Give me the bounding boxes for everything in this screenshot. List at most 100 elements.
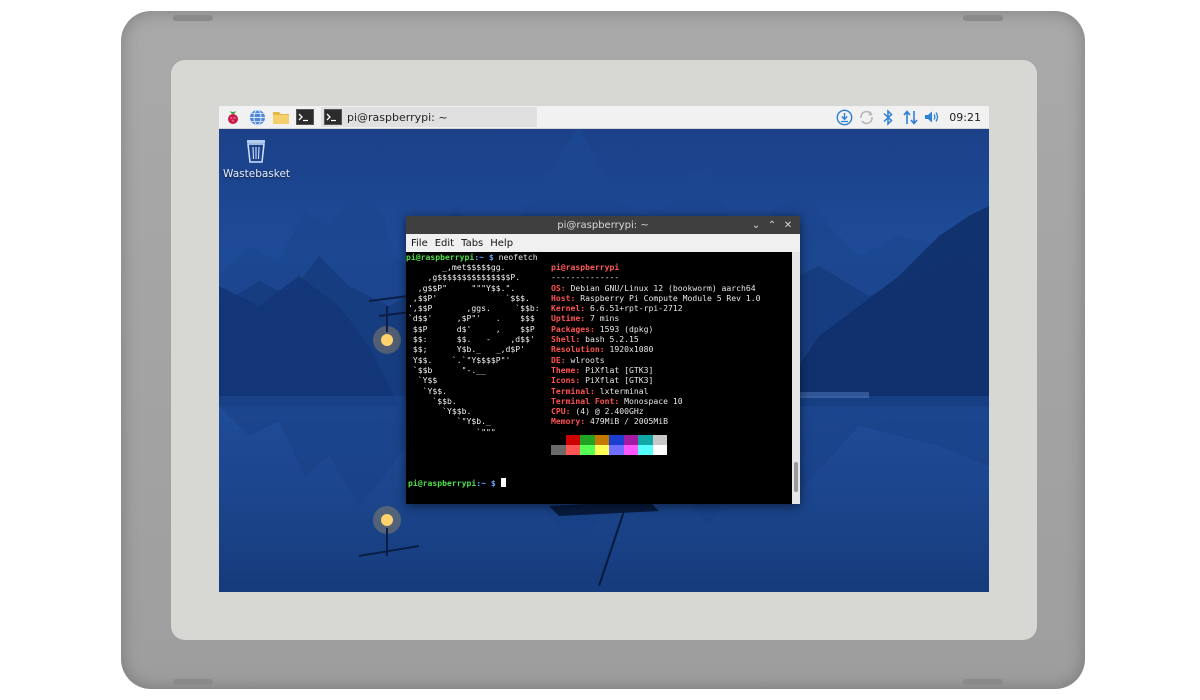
info-key: Terminal: [551, 385, 590, 396]
info-row-terminal-font: Terminal Font: Monospace 10: [551, 395, 683, 406]
palette-row-bright: [551, 445, 667, 455]
palette-swatch: [580, 435, 595, 445]
palette-swatch: [623, 435, 638, 445]
system-tray: 09:21: [833, 106, 989, 128]
terminal-title: pi@raspberrypi: ~: [557, 219, 649, 231]
logo-line: _,met$$$$$gg.: [408, 262, 506, 272]
sync-icon[interactable]: [855, 108, 877, 126]
active-prompt-line[interactable]: pi@raspberrypi:~ $: [408, 478, 506, 488]
palette-swatch: [609, 435, 624, 445]
prompt-user: pi@raspberrypi: [408, 478, 477, 488]
logo-line: ,g$$$$$$$$$$$$$$$P.: [408, 272, 521, 283]
prompt-user: pi@raspberrypi: [406, 252, 475, 262]
minimize-button[interactable]: ⌄: [748, 220, 764, 231]
palette-row-normal: [551, 435, 667, 445]
volume-icon[interactable]: [921, 108, 943, 126]
bezel-clip: [173, 15, 213, 21]
logo-line: ,g$$P" """Y$$.".: [408, 282, 516, 293]
menu-edit[interactable]: Edit: [435, 238, 454, 249]
info-row-cpu: CPU: (4) @ 2.400GHz: [551, 406, 644, 417]
logo-line: `"Y$b._: [408, 416, 491, 427]
taskbar-window-button[interactable]: pi@raspberrypi: ~: [321, 107, 537, 127]
prompt-path: :~ $: [474, 252, 494, 262]
terminal-titlebar[interactable]: pi@raspberrypi: ~ ⌄ ⌃ ✕: [406, 216, 800, 234]
info-row-theme: Theme: PiXflat [GTK3]: [551, 364, 654, 375]
trash-icon: [247, 140, 265, 163]
browser-globe-icon[interactable]: [247, 108, 267, 126]
info-row-icons: Icons: PiXflat [GTK3]: [551, 375, 654, 386]
info-key: Memory: [551, 416, 581, 427]
palette-swatch: [623, 445, 638, 455]
file-manager-icon[interactable]: [271, 108, 291, 126]
info-row-shell: Shell: bash 5.2.15: [551, 334, 639, 345]
bluetooth-icon[interactable]: [877, 108, 899, 126]
logo-line: `$$b.: [408, 395, 457, 406]
info-key: DE: [551, 354, 561, 365]
color-palette: [551, 435, 667, 455]
info-key: Resolution: [551, 344, 600, 355]
info-value: lxterminal: [599, 385, 649, 396]
info-row-de: DE: wlroots: [551, 354, 605, 365]
palette-swatch: [580, 445, 595, 455]
bezel-clip: [173, 679, 213, 685]
terminal-window[interactable]: pi@raspberrypi: ~ ⌄ ⌃ ✕ File Edit Tabs H…: [406, 216, 800, 504]
logo-line: `Y$$b.: [408, 406, 472, 417]
clock[interactable]: 09:21: [943, 111, 989, 124]
palette-swatch: [652, 435, 667, 445]
palette-swatch: [594, 435, 609, 445]
network-icon[interactable]: [899, 108, 921, 126]
menu-help[interactable]: Help: [490, 238, 513, 249]
wastebasket-desktop-icon[interactable]: Wastebasket: [223, 136, 291, 180]
scrollbar-thumb[interactable]: [794, 462, 798, 492]
logo-line: ,$$P' `$$$.: [408, 292, 530, 303]
info-row-memory: Memory: 479MiB / 2005MiB: [551, 416, 668, 427]
info-value: 7 mins: [590, 313, 620, 324]
terminal-output[interactable]: pi@raspberrypi:~ $ neofetch _,met$$$$$gg…: [406, 252, 792, 504]
terminal-icon: [324, 109, 342, 125]
logo-line: Y$$. `.`"Y$$$$P"': [408, 354, 511, 365]
info-value: 1593 (dpkg): [599, 323, 654, 334]
close-button[interactable]: ✕: [780, 220, 796, 231]
terminal-icon[interactable]: [295, 108, 315, 126]
text-cursor: [500, 478, 506, 487]
logo-line: $$; Y$b._ _,d$P': [408, 344, 525, 355]
info-key: Terminal Font: [551, 395, 615, 406]
info-value: PiXflat [GTK3]: [585, 375, 654, 386]
logo-line: `Y$$: [408, 375, 438, 386]
info-value: 479MiB / 2005MiB: [590, 416, 668, 427]
palette-swatch: [565, 435, 580, 445]
debian-ascii-logo: _,met$$$$$gg. ,g$$$$$$$$$$$$$$$P. ,g$$P"…: [408, 262, 540, 437]
wastebasket-label: Wastebasket: [223, 168, 291, 180]
maximize-button[interactable]: ⌃: [764, 220, 780, 231]
menu-file[interactable]: File: [411, 238, 428, 249]
prompt-command: neofetch: [493, 252, 538, 262]
window-controls: ⌄ ⌃ ✕: [748, 216, 796, 234]
taskbar-window-label: pi@raspberrypi: ~: [347, 110, 448, 124]
command-line: pi@raspberrypi:~ $ neofetch: [406, 252, 792, 262]
info-key: Host: [551, 292, 571, 303]
info-key: Uptime: [551, 313, 581, 324]
info-row-resolution: Resolution: 1920x1080: [551, 344, 654, 355]
palette-swatch: [609, 445, 624, 455]
palette-swatch: [638, 445, 653, 455]
info-row-terminal: Terminal: lxterminal: [551, 385, 649, 396]
info-key: OS: [551, 282, 561, 293]
info-key: Packages: [551, 323, 590, 334]
info-value: PiXflat [GTK3]: [585, 364, 654, 375]
info-separator: --------------: [551, 272, 620, 283]
updater-icon[interactable]: [833, 108, 855, 126]
info-key: Shell: [551, 334, 576, 345]
menu-tabs[interactable]: Tabs: [461, 238, 483, 249]
desktop-screen: pi@raspberrypi: ~ 09:21 Wastebasket pi@r…: [219, 106, 989, 592]
info-row-uptime: Uptime: 7 mins: [551, 313, 620, 324]
info-value: bash 5.2.15: [585, 334, 639, 345]
terminal-scrollbar[interactable]: [792, 252, 800, 504]
palette-swatch: [551, 435, 566, 445]
palette-swatch: [594, 445, 609, 455]
raspberry-menu-icon[interactable]: [223, 108, 243, 126]
info-header: pi@raspberrypi: [551, 262, 620, 272]
info-value: Raspberry Pi Compute Module 5 Rev 1.0: [580, 292, 761, 303]
info-row-kernel: Kernel: 6.6.51+rpt-rpi-2712: [551, 303, 683, 314]
logo-line: $$P d$' , $$P: [408, 323, 535, 334]
logo-line: `d$$' ,$P"' . $$$: [408, 313, 535, 324]
